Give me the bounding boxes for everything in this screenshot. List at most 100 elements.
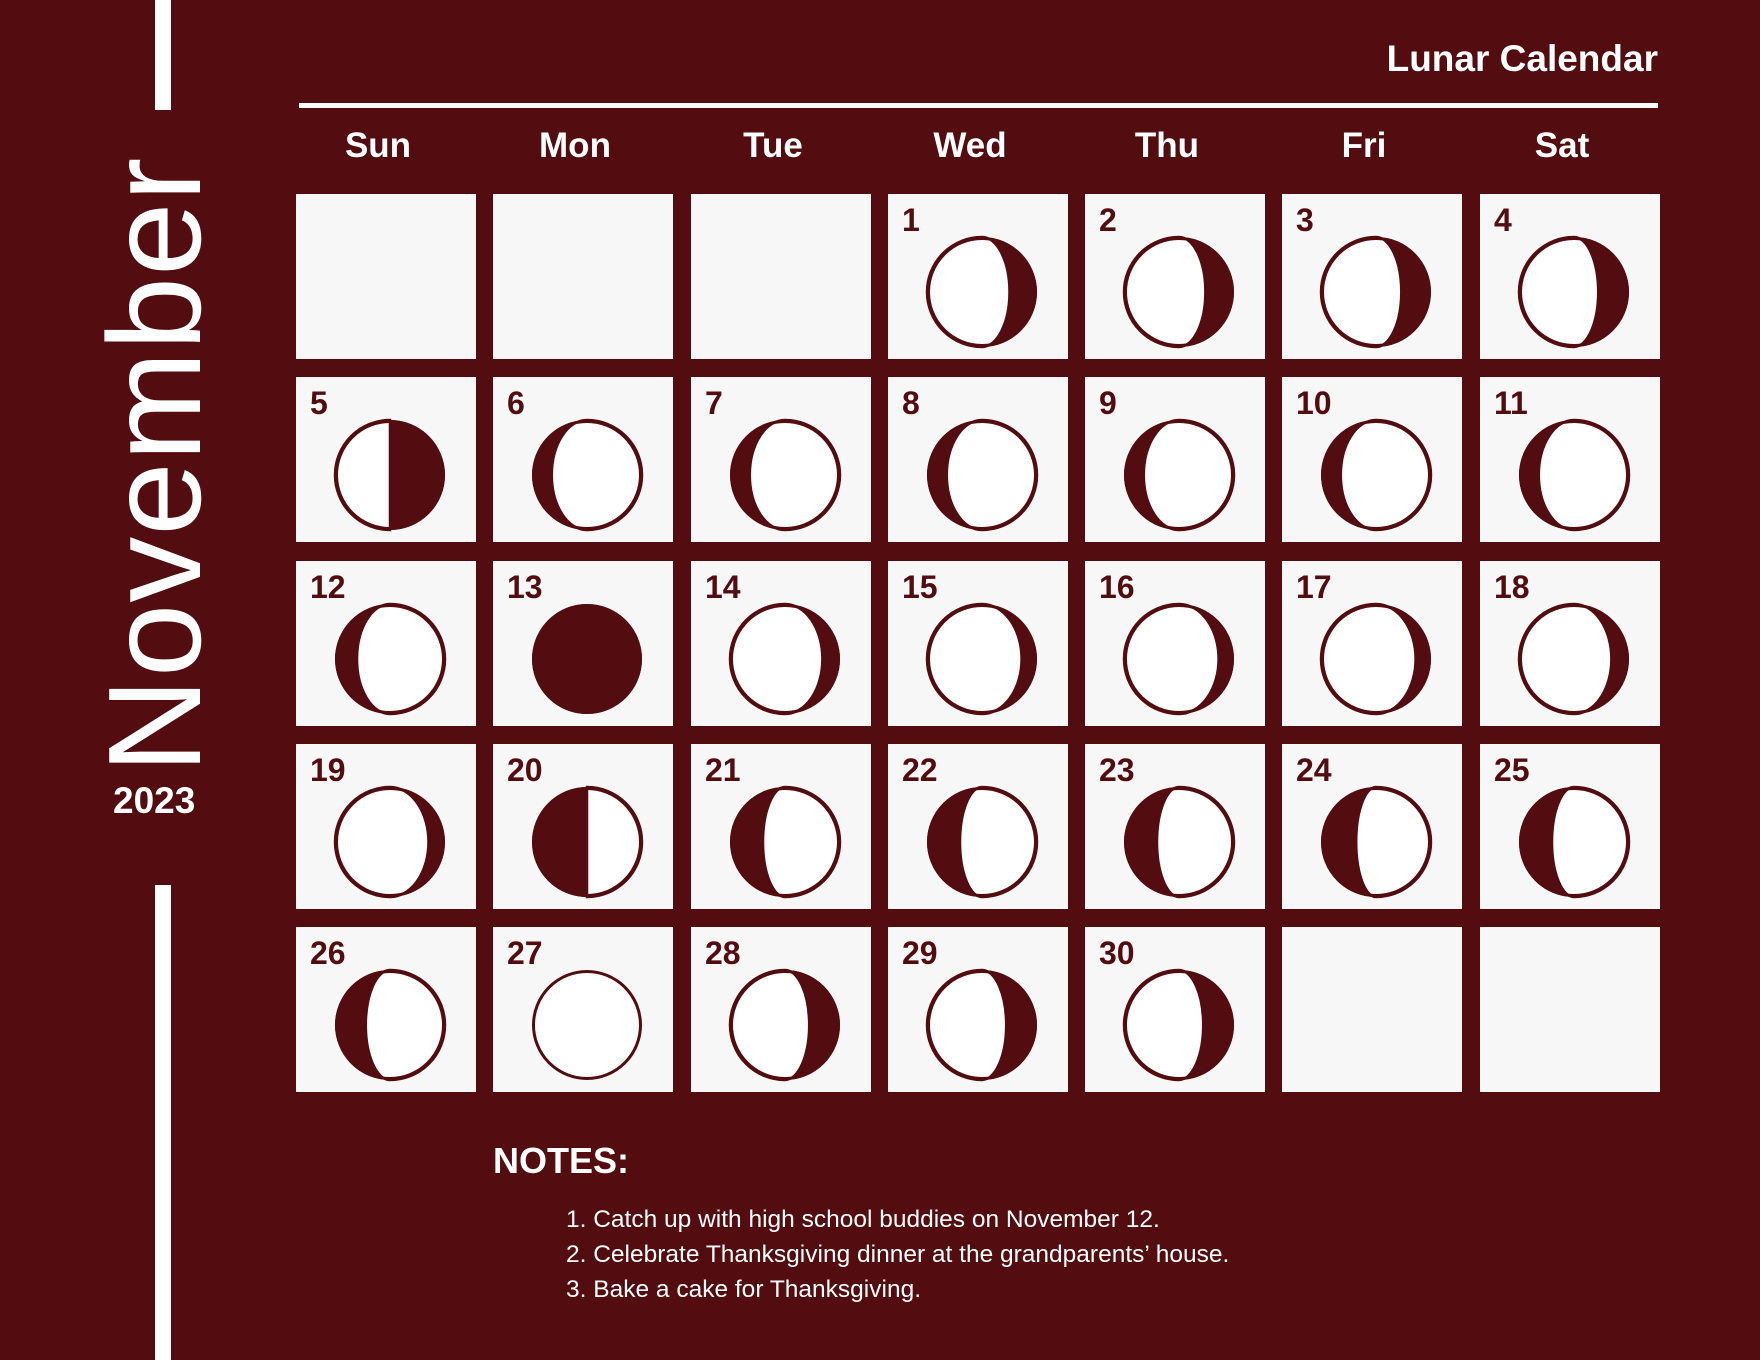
decorative-bar-bottom [155, 885, 171, 1360]
day-cell[interactable]: 10 [1282, 377, 1462, 542]
day-cell[interactable]: 19 [296, 744, 476, 909]
moon-lit-area [945, 418, 1039, 532]
month-title: November [81, 156, 228, 774]
moon-lit-area [1354, 785, 1433, 899]
day-cell[interactable]: 27 [493, 927, 673, 1092]
moon-phase-icon [1319, 235, 1431, 349]
moon-phase-icon [730, 418, 842, 532]
moon-lit-area [1122, 968, 1205, 1082]
weekday-wed: Wed [933, 126, 1007, 165]
day-cell[interactable]: 9 [1085, 377, 1265, 542]
moon-phase-icon [728, 602, 840, 716]
day-cell[interactable]: 8 [888, 377, 1068, 542]
day-cell[interactable]: 30 [1085, 927, 1265, 1092]
moon-lit-area [925, 235, 1011, 349]
day-number: 1 [902, 202, 920, 238]
notes-title: NOTES: [493, 1140, 630, 1181]
day-cell[interactable]: 17 [1282, 561, 1462, 726]
day-cell[interactable]: 3 [1282, 194, 1462, 359]
moon-phase-icon [1321, 418, 1433, 532]
day-number: 5 [310, 385, 328, 421]
moon-lit-area [364, 968, 447, 1082]
empty-day-cell [1282, 927, 1462, 1092]
notes-list: 1. Catch up with high school buddies on … [566, 1202, 1229, 1307]
day-cell[interactable]: 29 [888, 927, 1068, 1092]
moon-phase-icon [728, 968, 840, 1082]
moon-phase-icon [335, 602, 447, 716]
moon-lit-area [1517, 235, 1600, 349]
moon-phase-icon [730, 785, 842, 899]
moon-lit-area [728, 968, 811, 1082]
note-item: 2. Celebrate Thanksgiving dinner at the … [566, 1241, 1230, 1268]
day-cell[interactable]: 7 [691, 377, 871, 542]
moon-phase-icon [1519, 785, 1631, 899]
moon-lit-area [958, 785, 1039, 899]
day-cell[interactable]: 16 [1085, 561, 1265, 726]
day-cell[interactable]: 25 [1480, 744, 1660, 909]
moon-lit-area [1550, 785, 1631, 899]
weekday-sun: Sun [344, 126, 412, 165]
weekday-fri: Fri [1341, 126, 1387, 165]
moon-phase-icon [1124, 785, 1236, 899]
empty-day-cell [691, 194, 871, 359]
day-cell[interactable]: 28 [691, 927, 871, 1092]
weekday-thu: Thu [1134, 126, 1200, 165]
day-cell[interactable]: 21 [691, 744, 871, 909]
moon-phase-icon [1321, 785, 1433, 899]
day-cell[interactable]: 1 [888, 194, 1068, 359]
day-cell[interactable]: 4 [1480, 194, 1660, 359]
page-title: Lunar Calendar [1386, 38, 1658, 79]
moon-phase-icon [1517, 602, 1629, 716]
day-cell[interactable]: 2 [1085, 194, 1265, 359]
weekday-tue: Tue [743, 126, 803, 165]
day-cell[interactable]: 23 [1085, 744, 1265, 909]
day-cell[interactable]: 24 [1282, 744, 1462, 909]
day-cell[interactable]: 5 [296, 377, 476, 542]
day-number: 9 [1099, 385, 1117, 421]
day-cell[interactable]: 6 [493, 377, 673, 542]
moon-phase-icon [335, 968, 447, 1082]
moon-lit-area [333, 785, 430, 899]
moon-phase-icon [927, 785, 1039, 899]
moon-phase-icon [333, 418, 445, 532]
moon-phase-icon [532, 418, 644, 532]
moon-lit-area [355, 602, 447, 716]
day-cell[interactable]: 12 [296, 561, 476, 726]
moon-lit-area [761, 785, 842, 899]
moon-phase-icon [532, 970, 642, 1080]
moon-lit-area [1339, 418, 1433, 532]
day-cell[interactable]: 14 [691, 561, 871, 726]
moon-phase-icon [1122, 968, 1234, 1082]
day-cell[interactable]: 22 [888, 744, 1068, 909]
empty-day-cell [1480, 927, 1660, 1092]
moon-phase-icon [925, 235, 1037, 349]
moon-phase-icon [1517, 235, 1629, 349]
moon-phase-icon [1124, 418, 1236, 532]
moon-lit-area [1122, 602, 1220, 716]
empty-day-cell [493, 194, 673, 359]
day-cell[interactable]: 26 [296, 927, 476, 1092]
day-cell[interactable]: 13 [493, 561, 673, 726]
day-number: 7 [705, 385, 723, 421]
moon-lit-area [1142, 418, 1236, 532]
moon-lit-area [1537, 418, 1631, 532]
moon-phase-icon [925, 968, 1037, 1082]
day-cell[interactable]: 18 [1480, 561, 1660, 726]
moon-phase-icon [1122, 235, 1234, 349]
moon-phase-icon [925, 602, 1037, 716]
day-cell[interactable]: 20 [493, 744, 673, 909]
moon-phase-icon [1319, 602, 1431, 716]
day-number: 2 [1099, 202, 1117, 238]
decorative-bar-top [155, 0, 171, 110]
moon-lit-area [748, 418, 842, 532]
moon-lit-area [925, 968, 1008, 1082]
moon-phase-icon [532, 785, 644, 899]
day-cell[interactable]: 15 [888, 561, 1068, 726]
day-cell[interactable]: 11 [1480, 377, 1660, 542]
moon-lit-area [550, 418, 644, 532]
moon-lit-area [585, 785, 644, 899]
weekday-sat: Sat [1534, 126, 1590, 165]
moon-phase-icon [532, 604, 642, 714]
moon-lit-area [333, 418, 392, 532]
moon-lit-area [1319, 235, 1403, 349]
